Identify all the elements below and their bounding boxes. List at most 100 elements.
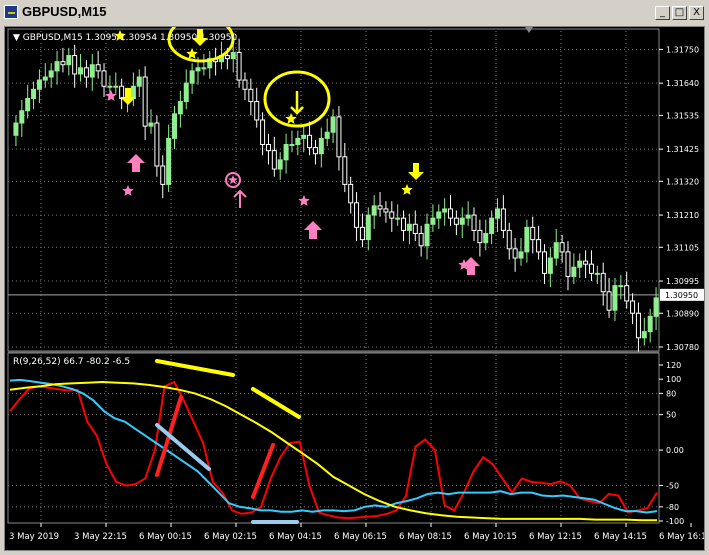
candle-body bbox=[248, 88, 254, 103]
candle-body bbox=[265, 144, 271, 152]
candle-body bbox=[148, 122, 154, 127]
time-axis: 3 May 2019 3 May 22:15 6 May 00:15 6 May 02… bbox=[9, 523, 709, 542]
time-tick-label: 6 May 12:15 bbox=[529, 532, 582, 542]
chart-shift-marker[interactable] bbox=[525, 27, 533, 33]
candle-body bbox=[295, 137, 301, 146]
candle-body bbox=[600, 272, 606, 293]
close-button[interactable]: X bbox=[689, 6, 704, 20]
price-tick-label: 1.31535 bbox=[666, 111, 699, 120]
candle-body bbox=[406, 223, 412, 231]
chart-area[interactable]: 1.31750 1.31640 1.31535 1.31425 1.31320 1.312… bbox=[4, 15, 709, 551]
candle-body bbox=[453, 217, 459, 225]
candle-body bbox=[618, 285, 624, 288]
candle-body bbox=[348, 183, 354, 204]
candle-body bbox=[301, 134, 307, 139]
candle-body bbox=[277, 159, 283, 170]
candle-body bbox=[430, 217, 436, 225]
star-icon bbox=[122, 185, 134, 196]
candle-body bbox=[653, 297, 659, 317]
candle-body bbox=[201, 67, 207, 70]
candle-body bbox=[354, 202, 360, 228]
indicator-tick-label: -50 bbox=[666, 482, 679, 491]
time-tick-label: 6 May 02:15 bbox=[204, 532, 257, 542]
price-tick-label: 1.31425 bbox=[666, 145, 699, 154]
candle-body bbox=[13, 122, 19, 136]
candle-body bbox=[119, 85, 125, 99]
candle-body bbox=[536, 239, 542, 253]
candle-body bbox=[330, 116, 336, 133]
candle-body bbox=[307, 134, 313, 149]
candle-body bbox=[365, 214, 371, 241]
candle-body bbox=[630, 300, 636, 314]
candle-body bbox=[224, 55, 230, 60]
window-title: GBPUSD,M15 bbox=[22, 4, 107, 19]
indicator-panel-frame bbox=[7, 352, 660, 524]
up-arrow-icon bbox=[127, 154, 145, 172]
time-tick-label: 3 May 2019 bbox=[9, 532, 59, 542]
candle-body bbox=[142, 76, 148, 127]
trend-annotation-line bbox=[155, 359, 235, 377]
candle-body bbox=[42, 76, 48, 81]
candle-body bbox=[318, 137, 324, 155]
candle-body bbox=[377, 205, 383, 210]
price-tick-label: 1.30780 bbox=[666, 343, 699, 352]
candle-body bbox=[19, 110, 25, 124]
candle-body bbox=[25, 97, 31, 112]
candle-body bbox=[418, 232, 424, 247]
indicator-line-r9 bbox=[9, 380, 658, 520]
candle-body bbox=[160, 165, 166, 185]
indicator-header-text: R(9,26,52) 66.7 -80.2 -6.5 bbox=[13, 357, 130, 367]
price-tick-label: 1.30890 bbox=[666, 309, 699, 318]
candle-body bbox=[471, 214, 477, 231]
star-icon bbox=[105, 90, 117, 101]
candle-body bbox=[594, 272, 600, 275]
time-tick-label: 6 May 16:15 bbox=[659, 532, 704, 542]
time-tick-label: 6 May 08:15 bbox=[399, 532, 452, 542]
candle-body bbox=[130, 85, 136, 99]
candle-body bbox=[483, 232, 489, 244]
candle-body bbox=[101, 70, 107, 87]
candle-body bbox=[583, 260, 589, 265]
candle-body bbox=[624, 285, 630, 302]
candle-body bbox=[136, 76, 142, 87]
candle-body bbox=[401, 217, 407, 231]
title-bar[interactable]: GBPUSD,M15 _ □ X bbox=[0, 0, 709, 26]
candle-body bbox=[553, 242, 559, 259]
candle-body bbox=[512, 248, 518, 259]
price-tick-label: 1.31750 bbox=[666, 45, 699, 54]
price-tick-label: 1.31210 bbox=[666, 211, 699, 220]
indicator-line-r26 bbox=[9, 378, 658, 514]
indicator-grid bbox=[8, 355, 659, 522]
candle-body bbox=[641, 331, 647, 339]
candle-body bbox=[612, 285, 618, 311]
candle-body bbox=[31, 88, 37, 99]
candle-body bbox=[389, 211, 395, 219]
candle-body bbox=[172, 113, 177, 139]
candle-body bbox=[577, 260, 583, 268]
candle-body bbox=[412, 223, 418, 234]
maximize-button[interactable]: □ bbox=[672, 6, 687, 20]
main-price-axis: 1.31750 1.31640 1.31535 1.31425 1.31320 1.312… bbox=[659, 45, 704, 352]
candle-body bbox=[48, 70, 54, 78]
minimize-button[interactable]: _ bbox=[655, 6, 670, 20]
candle-body bbox=[289, 144, 295, 147]
star-icon bbox=[228, 175, 238, 184]
divergence-annotation-line bbox=[251, 443, 275, 499]
time-tick-label: 6 May 10:15 bbox=[464, 532, 517, 542]
candle-body bbox=[230, 51, 236, 60]
candle-body bbox=[541, 251, 547, 274]
time-tick-label: 3 May 22:15 bbox=[74, 532, 127, 542]
price-tick-label: 1.31105 bbox=[666, 243, 699, 252]
candle-body bbox=[66, 55, 72, 66]
candle-body bbox=[495, 208, 500, 219]
candle-body bbox=[107, 85, 113, 88]
candle-body bbox=[89, 64, 95, 78]
candle-body bbox=[524, 226, 530, 253]
indicator-line-r52 bbox=[9, 380, 657, 522]
time-tick-label: 6 May 04:15 bbox=[269, 532, 322, 542]
candle-body bbox=[518, 251, 524, 259]
price-tick-label: 1.30995 bbox=[666, 277, 699, 286]
up-arrow-icon bbox=[304, 221, 322, 239]
candle-body bbox=[342, 156, 348, 185]
star-icon bbox=[298, 195, 310, 206]
